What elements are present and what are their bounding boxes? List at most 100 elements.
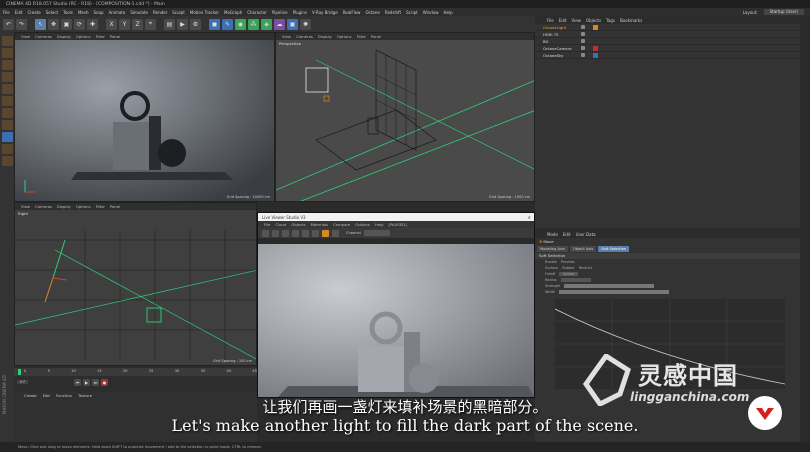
nurbs-icon[interactable]: ◉ [235,18,246,30]
vp-menu-panel[interactable]: Panel [110,34,120,39]
menu-render[interactable]: Render [153,10,167,15]
menu-create[interactable]: Create [27,10,40,15]
menu-motion-tracker[interactable]: Motion Tracker [190,10,219,15]
current-frame-field[interactable]: 0 F [17,380,29,384]
menu-select[interactable]: Select [46,10,58,15]
vp-menu-filter[interactable]: Filter [357,34,366,39]
x-axis-button[interactable]: X [106,18,117,30]
live-viewer-window[interactable]: Live Viewer Studio V3 ✕ File Cloud Objec… [257,212,535,398]
workplane-icon[interactable] [1,72,13,82]
environment-icon[interactable]: ☁ [274,18,285,30]
menu-plugins[interactable]: Plugins [293,10,307,15]
points-mode-icon[interactable] [1,84,13,94]
lock-icon[interactable] [302,229,309,237]
viewport-solo-icon[interactable] [1,156,13,166]
vp-menu-panel[interactable]: Panel [371,34,381,39]
record-icon[interactable]: ● [101,379,108,386]
stop-icon[interactable] [282,229,289,237]
scale-icon[interactable]: ▣ [61,18,72,30]
light-tag-icon[interactable] [593,24,598,30]
render-settings-icon[interactable]: ⚙ [190,18,201,30]
menu-window[interactable]: Window [423,10,439,15]
lv-menu-cloud[interactable]: Cloud [275,222,286,227]
visibility-dot[interactable] [581,53,585,57]
object-row-octanecamera[interactable]: OctaneCamera [535,45,800,52]
vp-menu-display[interactable]: Display [57,204,71,209]
om-menu-view[interactable]: View [571,18,581,23]
om-menu-tags[interactable]: Tags [606,18,615,23]
menu-simulate[interactable]: Simulate [130,10,148,15]
am-menu-mode[interactable]: Mode [547,232,558,237]
make-editable-icon[interactable] [1,36,13,46]
visibility-dot[interactable] [581,32,585,36]
spline-icon[interactable]: ✎ [222,18,233,30]
camera-tag-icon[interactable] [593,45,598,51]
menu-sculpt[interactable]: Sculpt [172,10,185,15]
vp-menu-display[interactable]: Display [57,34,71,39]
radius-slider[interactable] [560,278,591,282]
visibility-dot[interactable] [581,39,585,43]
sky-tag-icon[interactable] [593,52,598,58]
vp-menu-cameras[interactable]: Cameras [35,34,52,39]
menu-mesh[interactable]: Mesh [78,10,89,15]
pause-icon[interactable] [272,229,279,237]
redo-icon[interactable]: ↷ [16,18,27,30]
polygons-mode-icon[interactable] [1,108,13,118]
vp-menu-filter[interactable]: Filter [96,34,105,39]
lv-menu-file[interactable]: File [264,222,270,227]
menu-tools[interactable]: Tools [63,10,73,15]
menu-animate[interactable]: Animate [109,10,126,15]
vp-menu-filter[interactable]: Filter [96,204,105,209]
light-icon[interactable]: ✺ [300,18,311,30]
vp-menu-panel[interactable]: Panel [110,204,120,209]
visibility-dot[interactable] [581,46,585,50]
vp-menu-display[interactable]: Display [318,34,332,39]
am-menu-userdata[interactable]: User Data [576,232,596,237]
lv-menu-materials[interactable]: Materials [311,222,328,227]
send-scene-icon[interactable] [262,229,269,237]
texture-mode-icon[interactable] [1,60,13,70]
viewport-perspective-rendered[interactable]: View Cameras Display Options Filter Pane… [14,32,275,202]
menu-realflow[interactable]: RealFlow [343,10,361,15]
lv-menu-help[interactable]: Help [375,222,384,227]
vp-menu-view[interactable]: View [21,34,30,39]
attr-width[interactable]: Width [535,289,800,295]
lv-menu-options[interactable]: Options [355,222,370,227]
menu-character[interactable]: Character [247,10,267,15]
material-picker-icon[interactable] [322,229,329,237]
strength-slider[interactable] [564,284,655,288]
lv-menu-compare[interactable]: Compare [333,222,350,227]
viewport-right[interactable]: View Cameras Display Options Filter Pane… [14,202,257,366]
om-menu-objects[interactable]: Objects [586,18,601,23]
vp-menu-options[interactable]: Options [337,34,352,39]
tweak-mode-icon[interactable] [1,144,13,154]
om-menu-file[interactable]: File [547,18,554,23]
close-icon[interactable]: ✕ [528,215,534,220]
axis-mode-icon[interactable] [1,120,13,130]
play-icon[interactable]: ▶ [83,379,90,386]
vp-menu-options[interactable]: Options [76,204,91,209]
zoom-icon[interactable] [312,229,319,237]
layout-select[interactable]: Startup (User) [763,9,804,15]
tab-modeling-axis[interactable]: Modeling Axis [537,246,568,252]
menu-vray-bridge[interactable]: V-Ray Bridge [312,10,338,15]
render-view-icon[interactable]: ▶ [177,18,188,30]
timeline[interactable]: 0 5 10 15 20 25 30 35 40 45 0 F ⏮ ▶ ⏭ ● [14,366,257,392]
rotate-icon[interactable]: ⟳ [74,18,85,30]
channel-select[interactable] [363,230,390,236]
visibility-dot[interactable] [581,25,585,29]
vp-menu-cameras[interactable]: Cameras [35,204,52,209]
menu-redshift[interactable]: Redshift [385,10,401,15]
menu-mograph[interactable]: MoGraph [224,10,242,15]
om-menu-edit[interactable]: Edit [559,18,567,23]
tab-object-axis[interactable]: Object Axis [569,246,597,252]
menu-file[interactable]: File [3,10,10,15]
falloff-select[interactable]: Linear [559,272,579,276]
object-row-hdri[interactable]: HDRI 75 [535,31,800,38]
vp-menu-view[interactable]: View [21,204,30,209]
vp-menu-cameras[interactable]: Cameras [296,34,313,39]
object-row-bg[interactable]: BG [535,38,800,45]
menu-script[interactable]: Script [406,10,418,15]
y-axis-button[interactable]: Y [119,18,130,30]
menu-help[interactable]: Help [443,10,452,15]
